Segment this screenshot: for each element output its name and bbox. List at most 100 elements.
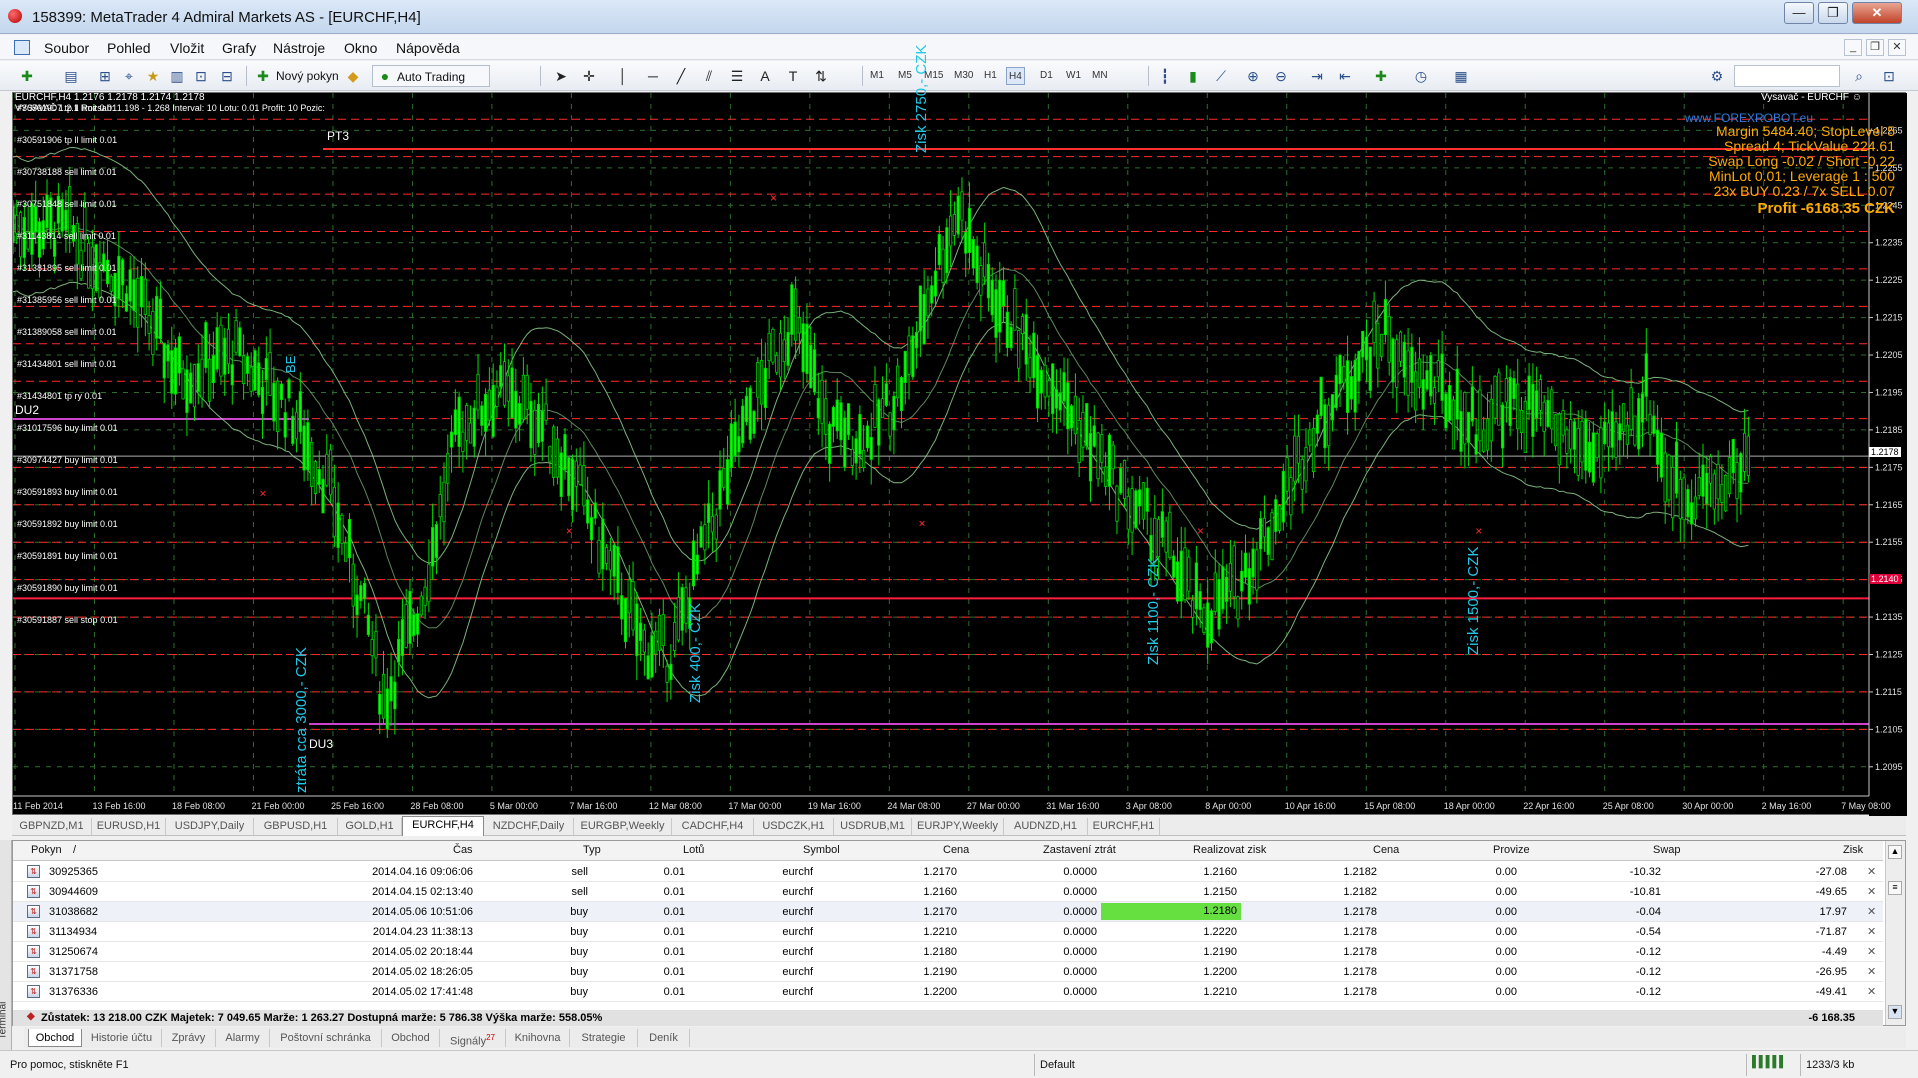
connection-bars-icon[interactable]: ▌▌▌▌▌ [1752, 1056, 1787, 1068]
trendline-icon[interactable]: ╱ [672, 67, 690, 85]
timeframe-m5-button[interactable]: M5 [898, 67, 912, 85]
horizontal-line-icon[interactable]: ─ [644, 67, 662, 85]
chart-tab-usdjpy-daily[interactable]: USDJPY,Daily [166, 818, 254, 835]
column-header[interactable]: Symbol [803, 844, 840, 856]
terminal-tab-zprávy[interactable]: Zprávy [162, 1029, 216, 1047]
line-chart-icon[interactable]: ⟋ [1212, 67, 1230, 85]
crosshair-icon[interactable]: ✛ [580, 67, 598, 85]
equidistant-channel-icon[interactable]: ⫽ [700, 67, 718, 85]
column-header[interactable]: Typ [583, 844, 601, 856]
vertical-line-icon[interactable]: │ [614, 67, 632, 85]
text-label-icon[interactable]: T [784, 67, 802, 85]
close-order-icon[interactable]: ✕ [1867, 925, 1876, 938]
market-watch-icon[interactable]: ⊞ [96, 67, 114, 85]
expand-icon[interactable]: ⊡ [1880, 67, 1898, 85]
terminal-tab-obchod[interactable]: Obchod [382, 1029, 440, 1047]
settings-gear-icon[interactable]: ⚙ [1708, 67, 1726, 85]
timeframe-h4-button[interactable]: H4 [1006, 67, 1025, 85]
menu-grafy[interactable]: Grafy [222, 40, 256, 56]
terminal-scrollbar[interactable]: ▲ ≡ ▼ [1885, 841, 1905, 1025]
chart-tab-audnzd-h1[interactable]: AUDNZD,H1 [1004, 818, 1088, 835]
indicators-icon[interactable]: ✚ [1372, 67, 1390, 85]
chart-tab-gbpusd-h1[interactable]: GBPUSD,H1 [254, 818, 338, 835]
chart-tab-eurchf-h4[interactable]: EURCHF,H4 [402, 816, 484, 836]
search-input[interactable] [1734, 65, 1840, 87]
column-header[interactable]: Zastavení ztrát [1043, 844, 1116, 856]
terminal-tab-historie-účtu[interactable]: Historie účtu [82, 1029, 162, 1047]
mdi-restore-button[interactable]: ❐ [1866, 39, 1884, 56]
terminal-tab-obchod[interactable]: Obchod [28, 1029, 82, 1047]
chart-tab-eurgbp-weekly[interactable]: EURGBP,Weekly [574, 818, 672, 835]
timeframe-d1-button[interactable]: D1 [1040, 67, 1053, 85]
column-header[interactable]: Cena [1373, 844, 1399, 856]
menu-napoveda[interactable]: Nápověda [396, 40, 460, 56]
periods-icon[interactable]: ◷ [1412, 67, 1430, 85]
terminal-tab-knihovna[interactable]: Knihovna [506, 1029, 570, 1047]
order-row[interactable]: ⇅ 31134934 2014.04.23 11:38:13 buy 0.01 eurch… [13, 922, 1883, 942]
text-icon[interactable]: A [756, 67, 774, 85]
menu-nastroje[interactable]: Nástroje [273, 40, 325, 56]
chart-tab-eurusd-h1[interactable]: EURUSD,H1 [92, 818, 166, 835]
new-chart-icon[interactable]: ✚ [18, 67, 36, 85]
maximize-button[interactable]: ❐ [1818, 2, 1848, 24]
close-order-icon[interactable]: ✕ [1867, 905, 1876, 918]
timeframe-m30-button[interactable]: M30 [954, 67, 973, 85]
menu-okno[interactable]: Okno [344, 40, 377, 56]
minimize-button[interactable]: — [1784, 2, 1814, 24]
order-row[interactable]: ⇅ 30925365 2014.04.16 09:06:06 sell 0.01 eurc… [13, 862, 1883, 882]
terminal-tab-deník[interactable]: Deník [638, 1029, 690, 1047]
terminal-tab-poštovní-schránka[interactable]: Poštovní schránka [270, 1029, 382, 1047]
chart-tab-cadchf-h4[interactable]: CADCHF,H4 [672, 818, 754, 835]
chart-window[interactable]: × × × × × × 1.2265 1.2255 1.2245 1.2235 1.2225 1.2… [12, 45, 1907, 816]
chart-tab-eurjpy-weekly[interactable]: EURJPY,Weekly [912, 818, 1004, 835]
mdi-minimize-button[interactable]: _ [1844, 39, 1862, 56]
zoom-out-icon[interactable]: ⊖ [1272, 67, 1290, 85]
column-header[interactable]: / [73, 844, 76, 856]
candlestick-icon[interactable]: ▮ [1184, 67, 1202, 85]
arrows-icon[interactable]: ⇅ [812, 67, 830, 85]
mdi-close-button[interactable]: ✕ [1888, 39, 1906, 56]
chart-document-icon[interactable] [14, 40, 30, 55]
strategy-tester-icon[interactable]: ⊡ [192, 67, 210, 85]
close-order-icon[interactable]: ✕ [1867, 865, 1876, 878]
templates-icon[interactable]: ▦ [1452, 67, 1470, 85]
timeframe-mn-button[interactable]: MN [1092, 67, 1108, 85]
timeframe-h1-button[interactable]: H1 [984, 67, 997, 85]
column-header[interactable]: Cena [943, 844, 969, 856]
close-order-icon[interactable]: ✕ [1867, 885, 1876, 898]
column-header[interactable]: Pokyn [31, 844, 62, 856]
search-icon[interactable]: ⌕ [1850, 67, 1868, 85]
scroll-up-icon[interactable]: ▲ [1888, 845, 1902, 859]
fibonacci-icon[interactable]: ☰ [728, 67, 746, 85]
timeframe-w1-button[interactable]: W1 [1066, 67, 1081, 85]
order-row[interactable]: ⇅ 31371758 2014.05.02 18:26:05 buy 0.01 eurch… [13, 962, 1883, 982]
scroll-down-icon[interactable]: ▼ [1888, 1005, 1902, 1019]
column-header[interactable]: Realizovat zisk [1193, 844, 1266, 856]
close-button[interactable]: ✕ [1852, 2, 1902, 24]
column-header[interactable]: Čas [453, 844, 473, 856]
terminal-tab-alarmy[interactable]: Alarmy [216, 1029, 270, 1047]
column-header[interactable]: Swap [1653, 844, 1681, 856]
order-row[interactable]: ⇅ 30944609 2014.04.15 02:13:40 sell 0.01 eurc… [13, 882, 1883, 902]
column-header[interactable]: Zisk [1843, 844, 1863, 856]
terminal-icon[interactable]: ▥ [168, 67, 186, 85]
data-window-icon[interactable]: ⌖ [120, 67, 138, 85]
bar-chart-icon[interactable]: ┇ [1156, 67, 1174, 85]
metaeditor-icon[interactable]: ◆ [344, 67, 362, 85]
menu-pohled[interactable]: Pohled [107, 40, 151, 56]
chart-tab-gold-h1[interactable]: GOLD,H1 [338, 818, 402, 835]
terminal-tab-strategie[interactable]: Strategie [570, 1029, 638, 1047]
navigator-icon[interactable]: ★ [144, 67, 162, 85]
order-row[interactable]: ⇅ 31038682 2014.05.06 10:51:06 buy 0.01 eurch… [13, 902, 1883, 922]
terminal-tab-signály[interactable]: Signály27 [440, 1029, 506, 1048]
close-order-icon[interactable]: ✕ [1867, 945, 1876, 958]
menu-soubor[interactable]: Soubor [44, 40, 89, 56]
cursor-icon[interactable]: ➤ [552, 67, 570, 85]
chart-tab-usdczk-h1[interactable]: USDCZK,H1 [754, 818, 834, 835]
chart-tab-eurchf-h1[interactable]: EURCHF,H1 [1088, 818, 1160, 835]
scroll-list-icon[interactable]: ≡ [1888, 881, 1902, 895]
order-row[interactable]: ⇅ 31376336 2014.05.02 17:41:48 buy 0.01 eurch… [13, 982, 1883, 1002]
history-center-icon[interactable]: ⊟ [218, 67, 236, 85]
chart-shift-icon[interactable]: ⇤ [1336, 67, 1354, 85]
timeframe-m1-button[interactable]: M1 [870, 67, 884, 85]
